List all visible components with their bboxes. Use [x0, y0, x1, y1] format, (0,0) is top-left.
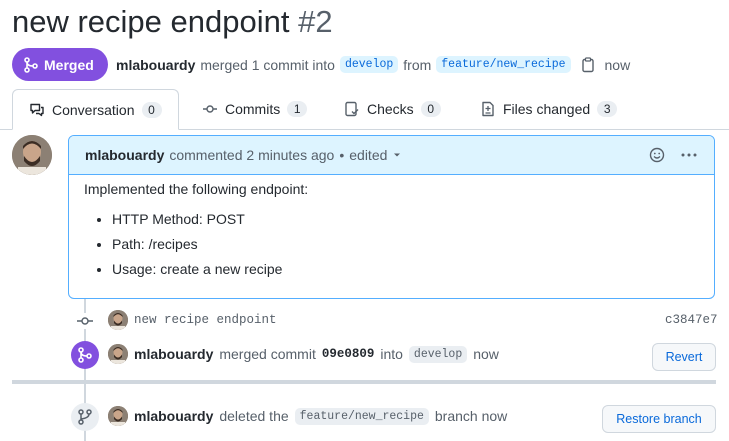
- head-branch[interactable]: feature/new_recipe: [436, 56, 571, 73]
- file-diff-icon: [482, 101, 494, 117]
- merge-text: merged commit: [219, 346, 316, 362]
- commit-node: [76, 313, 94, 329]
- commit-icon: [203, 105, 217, 113]
- comment-list: HTTP Method: POST Path: /recipes Usage: …: [84, 211, 699, 277]
- revert-button[interactable]: Revert: [652, 343, 716, 371]
- from-text: from: [403, 56, 432, 73]
- copy-icon[interactable]: [580, 56, 596, 73]
- deleted-branch[interactable]: feature/new_recipe: [294, 407, 429, 425]
- pr-tabs: Conversation 0 Commits 1 Checks 0 Files …: [0, 89, 729, 130]
- merge-sha[interactable]: 09e0809: [322, 347, 375, 361]
- tab-commits-count: 1: [287, 101, 308, 117]
- comment-edited[interactable]: edited: [349, 147, 387, 163]
- tab-conversation-count: 0: [141, 101, 162, 118]
- comment-dot: •: [339, 147, 345, 163]
- kebab-horizontal-icon[interactable]: [680, 147, 698, 163]
- delete-event-row: mlabouardy deleted the feature/new_recip…: [108, 406, 507, 426]
- delete-event-badge: [71, 403, 99, 431]
- comment-header: mlabouardy commented 2 minutes ago • edi…: [69, 136, 714, 175]
- avatar[interactable]: [108, 406, 128, 426]
- pr-title-text: new recipe endpoint: [12, 4, 290, 39]
- merge-time: now: [473, 346, 499, 362]
- comment-body: Implemented the following endpoint: HTTP…: [69, 175, 714, 292]
- commit-message[interactable]: new recipe endpoint: [134, 313, 277, 327]
- merge-event-badge: [71, 341, 99, 369]
- merge-branch[interactable]: develop: [408, 345, 468, 363]
- merge-author[interactable]: mlabouardy: [134, 346, 213, 362]
- commit-icon: [77, 317, 93, 325]
- base-branch[interactable]: develop: [339, 56, 399, 73]
- merged-label: Merged: [44, 56, 94, 73]
- avatar[interactable]: [12, 135, 52, 175]
- comment-author[interactable]: mlabouardy: [85, 147, 164, 163]
- tab-checks[interactable]: Checks 0: [328, 89, 457, 129]
- delete-author[interactable]: mlabouardy: [134, 408, 213, 424]
- pr-meta: mlabouardy merged 1 commit into develop …: [116, 56, 630, 73]
- pr-title: new recipe endpoint #2: [12, 2, 333, 42]
- avatar[interactable]: [108, 310, 128, 330]
- pr-number: #2: [298, 4, 333, 39]
- commit-row: new recipe endpoint: [108, 310, 277, 330]
- merged-state-badge: Merged: [12, 48, 108, 81]
- conversation-icon: [30, 103, 44, 116]
- smiley-icon[interactable]: [649, 147, 665, 163]
- merge-into: into: [380, 346, 403, 362]
- tab-files-changed-label: Files changed: [503, 101, 591, 117]
- tab-conversation-label: Conversation: [52, 101, 135, 118]
- tab-files-changed[interactable]: Files changed 3: [464, 89, 633, 129]
- list-item: HTTP Method: POST: [112, 211, 699, 227]
- avatar[interactable]: [108, 344, 128, 364]
- git-branch-icon: [78, 409, 92, 425]
- comment-action: commented 2 minutes ago: [169, 147, 335, 163]
- tab-conversation[interactable]: Conversation 0: [12, 89, 179, 130]
- tab-checks-label: Checks: [367, 101, 414, 117]
- merge-time: now: [604, 56, 631, 73]
- delete-suffix: branch now: [434, 408, 508, 424]
- commit-sha[interactable]: c3847e7: [665, 313, 718, 327]
- comment-box: mlabouardy commented 2 minutes ago • edi…: [68, 135, 715, 299]
- checklist-icon: [345, 101, 359, 117]
- tab-checks-count: 0: [420, 101, 441, 117]
- merge-icon: [78, 347, 92, 363]
- tab-commits-label: Commits: [225, 101, 281, 117]
- tab-commits[interactable]: Commits 1: [186, 89, 323, 129]
- merge-icon: [24, 56, 38, 73]
- chevron-down-icon[interactable]: [392, 150, 402, 160]
- comment-intro: Implemented the following endpoint:: [84, 181, 309, 197]
- tab-files-changed-count: 3: [597, 101, 618, 117]
- list-item: Usage: create a new recipe: [112, 261, 699, 277]
- timeline-separator: [12, 380, 716, 384]
- pr-author-link[interactable]: mlabouardy: [116, 57, 195, 73]
- list-item: Path: /recipes: [112, 236, 699, 252]
- merge-event-row: mlabouardy merged commit 09e0809 into de…: [108, 344, 499, 364]
- delete-text: deleted the: [219, 408, 289, 424]
- restore-branch-button[interactable]: Restore branch: [602, 405, 716, 433]
- merged-text: merged 1 commit into: [200, 56, 335, 73]
